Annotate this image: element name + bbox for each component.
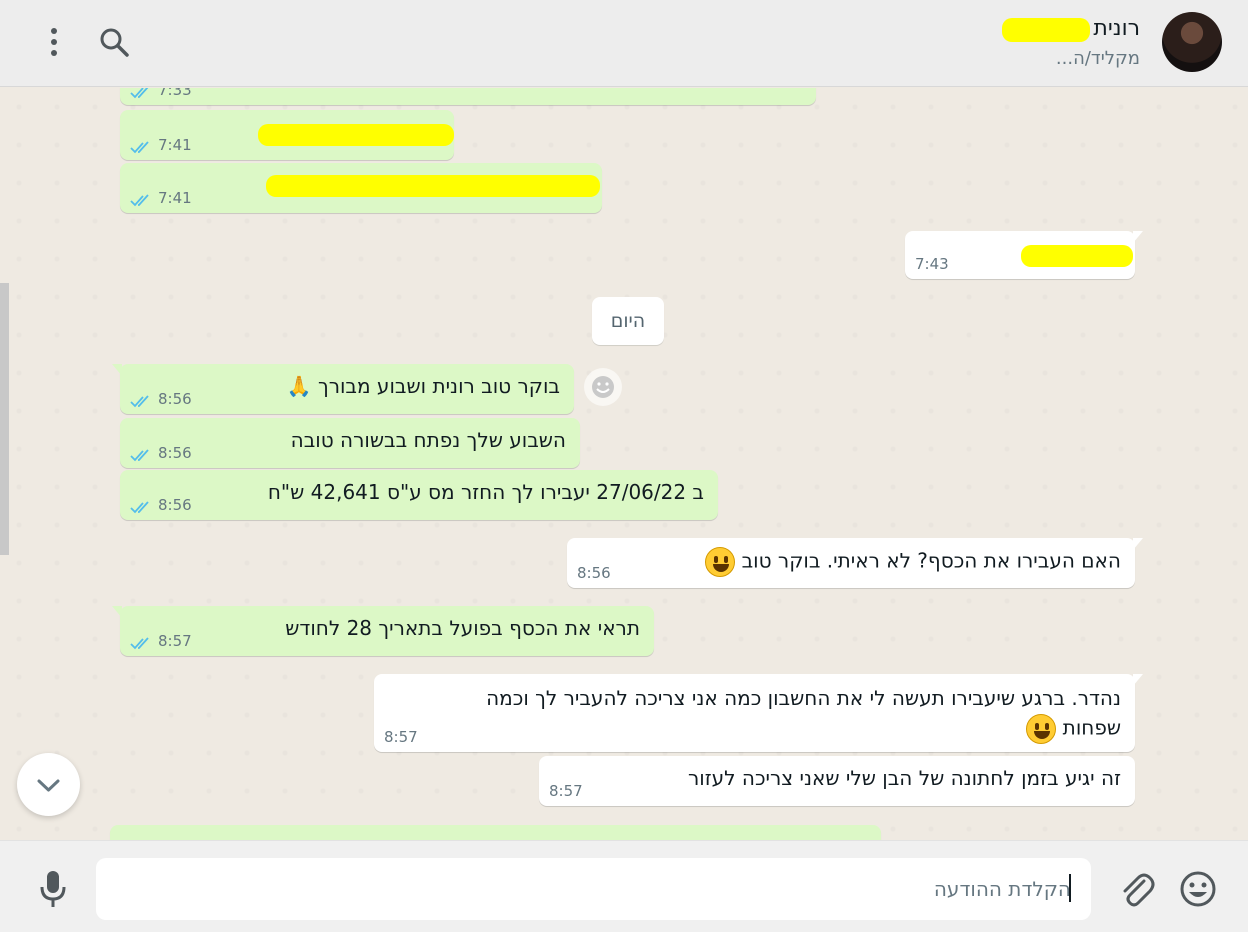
message-text: נהדר. ברגע שיעבירו תעשה לי את החשבון כמה… [486, 686, 1121, 710]
double-check-icon [130, 141, 149, 154]
message-time: 8:57 [384, 728, 418, 746]
message-text-line2: שפחות [1026, 714, 1121, 744]
bubble-tail [1133, 674, 1143, 686]
date-divider: היום [592, 297, 664, 345]
react-button[interactable] [584, 368, 622, 406]
message-input[interactable] [96, 858, 1091, 920]
redaction-mark [266, 175, 600, 197]
message-text: האם העבירו את הכסף? לא ראיתי. בוקר טוב [705, 547, 1121, 577]
message-text-content: האם העבירו את הכסף? לא ראיתי. בוקר טוב [741, 548, 1121, 573]
message-text: השבוע שלך נפתח בבשורה טובה [290, 428, 566, 452]
message-bubble-outgoing[interactable]: השבוע שלך נפתח בבשורה טובה 8:56 [120, 418, 580, 468]
menu-dot [51, 39, 57, 45]
smiley-icon [592, 376, 614, 398]
double-check-icon [130, 395, 149, 408]
message-composer [0, 840, 1248, 932]
smiley-icon [1180, 871, 1216, 907]
double-check-icon [130, 88, 149, 99]
grinning-emoji-icon [705, 547, 736, 577]
message-time: 8:57 [549, 782, 583, 800]
message-bubble-incoming[interactable]: 7:43 [905, 231, 1143, 279]
emoji-button[interactable] [1178, 869, 1218, 909]
chevron-down-icon [37, 779, 60, 792]
message-text-content: שפחות [1062, 715, 1121, 740]
message-bubble-outgoing[interactable]: תראי את הכסף בפועל בתאריך 28 לחודש 8:57 [112, 606, 654, 656]
avatar[interactable] [1162, 12, 1222, 72]
message-text: תראי את הכסף בפועל בתאריך 28 לחודש [285, 616, 640, 640]
redaction-mark [258, 124, 454, 146]
attach-button[interactable] [1117, 869, 1155, 909]
microphone-icon [40, 871, 66, 907]
redaction-mark [1021, 245, 1133, 267]
bubble-tail [112, 364, 122, 376]
message-text: ב 27/06/22 יעבירו לך החזר מס ע"ס 42,641 … [267, 480, 704, 504]
message-bubble-outgoing[interactable]: 7:33 [120, 88, 816, 105]
search-icon [100, 28, 129, 57]
grinning-emoji-icon [1026, 714, 1057, 744]
typing-status: מקליד/ה... [1055, 48, 1140, 69]
double-check-icon [130, 449, 149, 462]
message-list[interactable]: 7:33 7:41 7:41 7:43 היום בוקר טוב רונית … [0, 88, 1248, 840]
message-bubble-incoming[interactable]: זה יגיע בזמן לחתונה של הבן שלי שאני צריכ… [539, 756, 1135, 806]
message-bubble-outgoing[interactable]: ב 27/06/22 יעבירו לך החזר מס ע"ס 42,641 … [120, 470, 718, 520]
message-time: 8:56 [158, 444, 192, 462]
double-check-icon [130, 637, 149, 650]
message-time: 7:43 [915, 255, 949, 273]
message-bubble-outgoing[interactable]: 7:41 [120, 163, 602, 213]
bubble-tail [112, 606, 122, 618]
paperclip-icon [1123, 873, 1155, 907]
microphone-button[interactable] [36, 869, 70, 909]
bubble-tail [1133, 231, 1143, 243]
message-text: בוקר טוב רונית ושבוע מבורך 🙏 [286, 374, 560, 398]
message-bubble-outgoing[interactable] [110, 825, 881, 840]
message-time: 7:33 [158, 88, 192, 99]
message-bubble-incoming[interactable]: נהדר. ברגע שיעבירו תעשה לי את החשבון כמה… [374, 674, 1143, 752]
redaction-mark [1002, 18, 1090, 42]
contact-name[interactable]: רונית [1093, 16, 1140, 41]
menu-dot [51, 50, 57, 56]
chat-header: רונית מקליד/ה... [0, 0, 1248, 87]
message-time: 7:41 [158, 189, 192, 207]
message-time: 8:56 [158, 390, 192, 408]
double-check-icon [130, 501, 149, 514]
message-text: זה יגיע בזמן לחתונה של הבן שלי שאני צריכ… [688, 766, 1121, 790]
message-bubble-outgoing[interactable]: 7:41 [120, 110, 454, 160]
message-time: 7:41 [158, 136, 192, 154]
menu-button[interactable] [38, 24, 70, 60]
message-bubble-outgoing[interactable]: בוקר טוב רונית ושבוע מבורך 🙏 8:56 [112, 364, 574, 414]
message-time: 8:56 [158, 496, 192, 514]
message-time: 8:57 [158, 632, 192, 650]
double-check-icon [130, 194, 149, 207]
menu-dot [51, 28, 57, 34]
scrollbar[interactable] [0, 283, 9, 555]
message-time: 8:56 [577, 564, 611, 582]
message-bubble-incoming[interactable]: האם העבירו את הכסף? לא ראיתי. בוקר טוב 8… [567, 538, 1143, 588]
text-caret [1069, 874, 1071, 902]
search-button[interactable] [96, 24, 132, 60]
bubble-tail [1133, 538, 1143, 550]
scroll-to-bottom-button[interactable] [17, 753, 80, 816]
